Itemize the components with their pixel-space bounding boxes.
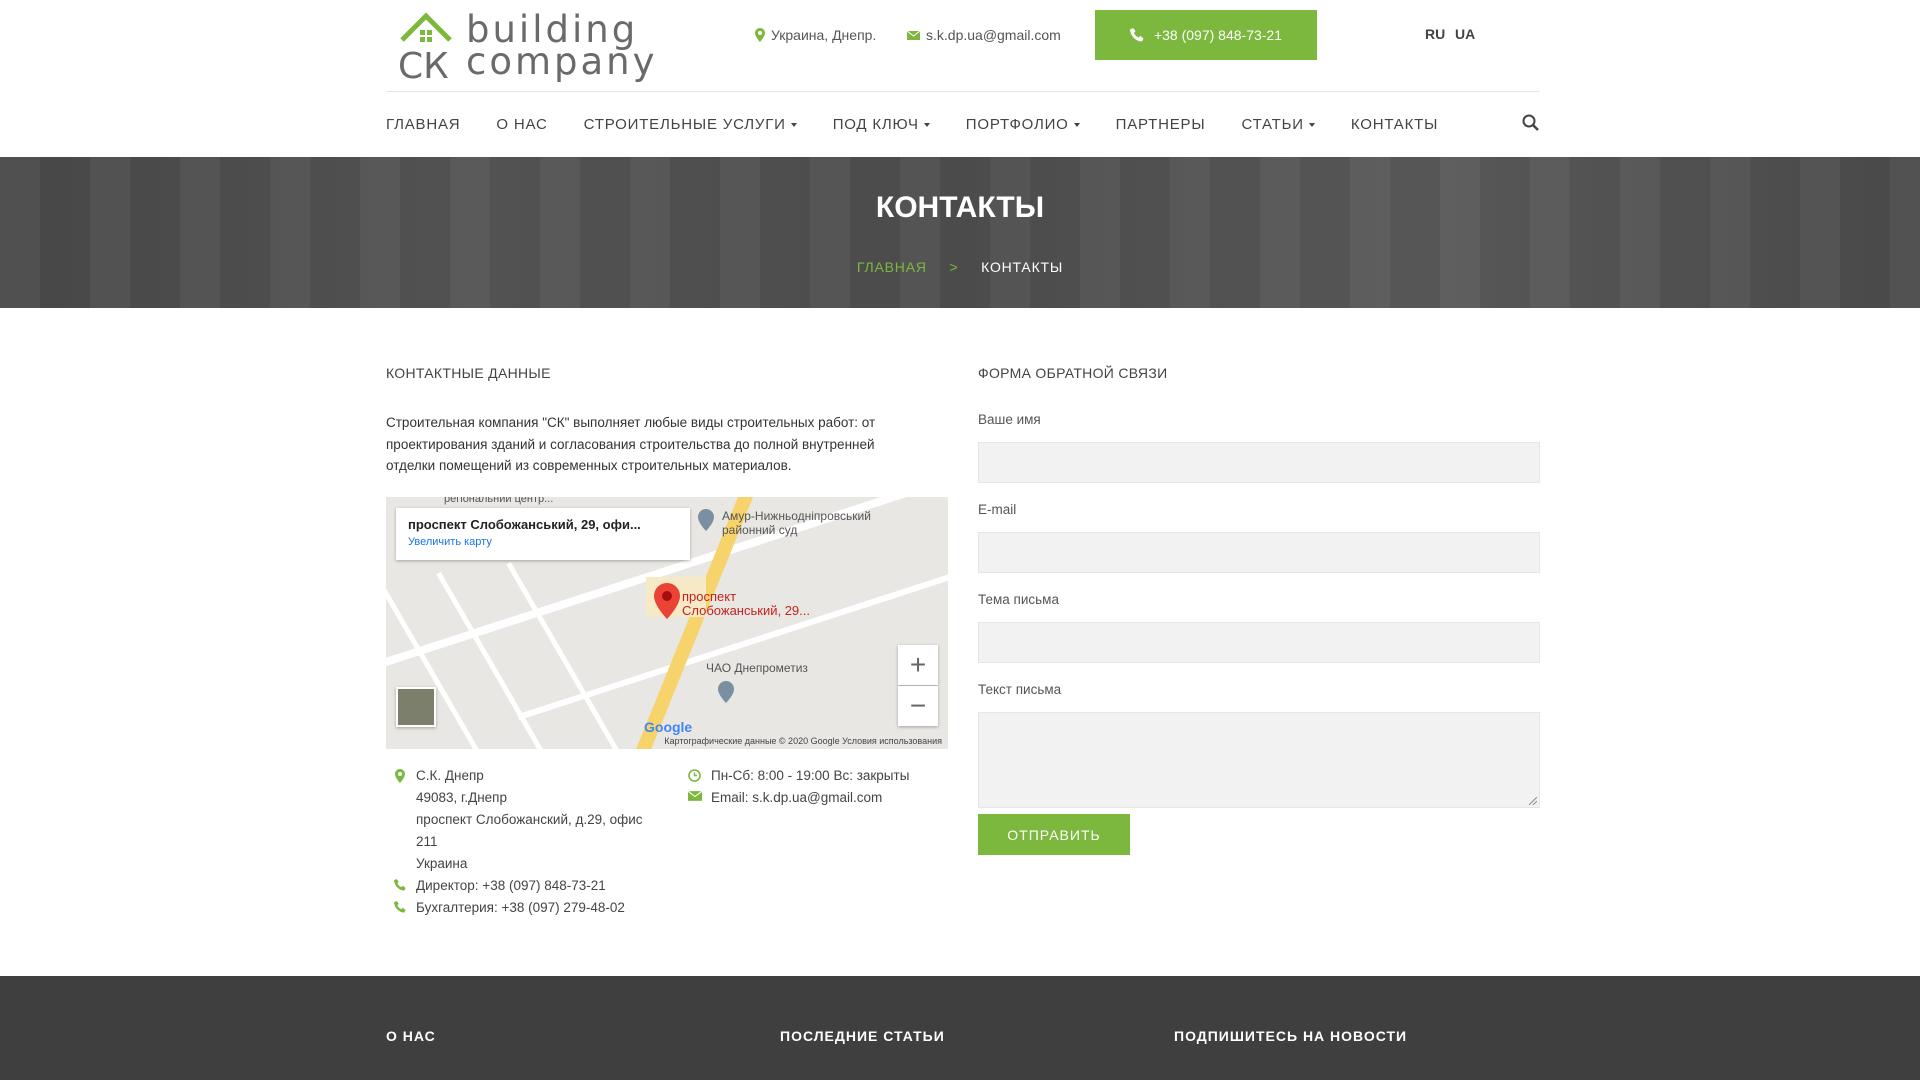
lang-ua[interactable]: UA: [1455, 26, 1475, 42]
lang-ru[interactable]: RU: [1425, 26, 1445, 42]
nav-item-portfolio[interactable]: ПОРТФОЛИО: [966, 116, 1080, 133]
email-field[interactable]: [978, 532, 1540, 573]
site-header: СК building company Украина, Днепр. s.k.…: [0, 0, 1920, 157]
phone-text: +38 (097) 848-73-21: [1153, 27, 1283, 43]
header-email[interactable]: s.k.dp.ua@gmail.com: [907, 27, 1061, 43]
email-link[interactable]: s.k.dp.ua@gmail.com: [926, 27, 1061, 43]
zoom-out-button[interactable]: −: [898, 686, 938, 726]
map-poi-factory: ЧАО Днепрометиз: [706, 661, 808, 675]
director-phone[interactable]: Директор: +38 (097) 848-73-21: [416, 875, 606, 897]
contact-email[interactable]: Email: s.k.dp.ua@gmail.com: [711, 787, 882, 809]
logo-text: building company: [466, 8, 658, 83]
satellite-toggle[interactable]: [396, 687, 436, 727]
breadcrumb-home[interactable]: ГЛАВНАЯ: [857, 259, 927, 275]
contact-address-block: С.К. Днепр 49083, г.Днепр проспект Слобо…: [391, 765, 671, 919]
message-label: Текст письма: [978, 682, 1062, 697]
page-title: КОНТАКТЫ: [875, 191, 1045, 224]
map-pin-icon: [394, 769, 405, 783]
nav-item-partners[interactable]: ПАРТНЕРЫ: [1116, 116, 1206, 133]
footer-about-heading: О НАС: [386, 1028, 436, 1044]
house-logo-icon: СК: [398, 12, 452, 82]
map-card-title: проспект Слобожанський, 29, офи...: [408, 517, 641, 532]
phone-icon: [393, 879, 406, 891]
address-line: С.К. Днепр: [416, 768, 484, 783]
phone-icon: [1129, 28, 1144, 42]
map-info-card: проспект Слобожанський, 29, офи... Увели…: [396, 508, 690, 560]
logo[interactable]: СК building company: [396, 10, 656, 82]
contact-hours-block: Пн-Сб: 8:00 - 19:00 Вс: закрыты Email: s…: [686, 765, 956, 809]
nav-item-contacts[interactable]: КОНТАКТЫ: [1351, 116, 1438, 133]
breadcrumb-current: КОНТАКТЫ: [981, 259, 1064, 275]
nav-item-articles[interactable]: СТАТЬИ: [1241, 116, 1315, 133]
address-line: 49083, г.Днепр: [416, 790, 507, 805]
map-road: [436, 571, 561, 749]
contacts-heading: КОНТАКТНЫЕ ДАННЫЕ: [386, 365, 551, 381]
map-top-label: регіональний центр...: [444, 497, 554, 505]
map-attribution[interactable]: Картографические данные © 2020 Google Ус…: [664, 736, 942, 746]
breadcrumb-separator: >: [949, 259, 959, 275]
nav-item-home[interactable]: ГЛАВНАЯ: [386, 116, 460, 133]
resize-handle-icon[interactable]: [1529, 797, 1537, 805]
nav-item-services[interactable]: СТРОИТЕЛЬНЫЕ УСЛУГИ: [584, 116, 797, 133]
working-hours: Пн-Сб: 8:00 - 19:00 Вс: закрыты: [711, 768, 910, 783]
map-pin-icon: [755, 28, 765, 42]
header-location: Украина, Днепр.: [755, 27, 876, 43]
google-map[interactable]: регіональний центр... проспект Слобожанс…: [386, 497, 948, 749]
subject-field[interactable]: [978, 622, 1540, 663]
footer-articles-heading: ПОСЛЕДНИЕ СТАТЬИ: [780, 1028, 945, 1044]
caret-down-icon: [1073, 123, 1080, 128]
name-label: Ваше имя: [978, 412, 1041, 427]
zoom-in-button[interactable]: +: [898, 645, 938, 685]
caret-down-icon: [923, 123, 930, 128]
page-hero: КОНТАКТЫ ГЛАВНАЯ > КОНТАКТЫ: [0, 157, 1920, 308]
form-heading: ФОРМА ОБРАТНОЙ СВЯЗИ: [978, 365, 1168, 381]
nav-item-about[interactable]: О НАС: [496, 116, 547, 133]
subject-label: Тема письма: [978, 592, 1059, 607]
google-logo: Google: [644, 719, 693, 735]
submit-button[interactable]: ОТПРАВИТЬ: [978, 814, 1130, 855]
location-text: Украина, Днепр.: [771, 27, 877, 43]
nav-item-turnkey[interactable]: ПОД КЛЮЧ: [833, 116, 930, 133]
svg-text:СК: СК: [398, 46, 449, 82]
email-label: E-mail: [978, 502, 1017, 517]
main-nav: ГЛАВНАЯ О НАС СТРОИТЕЛЬНЫЕ УСЛУГИ ПОД КЛ…: [386, 116, 1474, 133]
factory-pin-icon: [718, 681, 734, 703]
enlarge-map-link[interactable]: Увеличить карту: [408, 536, 678, 548]
address-line: проспект Слобожанский, д.29, офис 211: [416, 812, 643, 849]
phone-button[interactable]: +38 (097) 848-73-21: [1095, 10, 1317, 60]
name-field[interactable]: [978, 442, 1540, 483]
contacts-intro: Строительная компания "СК" выполняет люб…: [386, 415, 876, 473]
footer-subscribe-heading: ПОДПИШИТЕСЬ НА НОВОСТИ: [1174, 1028, 1408, 1044]
envelope-icon: [907, 30, 920, 40]
site-footer: О НАС ПОСЛЕДНИЕ СТАТЬИ ПОДПИШИТЕСЬ НА НО…: [0, 976, 1920, 1080]
message-textarea[interactable]: [978, 712, 1540, 808]
envelope-icon: [687, 791, 702, 801]
courthouse-pin-icon: [698, 509, 714, 531]
header-divider: [386, 91, 1540, 92]
breadcrumb: ГЛАВНАЯ > КОНТАКТЫ: [0, 259, 1920, 275]
location-marker-icon: [654, 583, 680, 619]
accounting-phone[interactable]: Бухгалтерия: +38 (097) 279-48-02: [416, 897, 625, 919]
caret-down-icon: [790, 123, 797, 128]
map-poi-court: Амур-Нижньодніпровський районний суд: [722, 509, 871, 537]
clock-icon: [688, 769, 701, 782]
phone-icon: [393, 901, 406, 913]
caret-down-icon: [1308, 123, 1315, 128]
search-icon[interactable]: [1522, 114, 1540, 132]
map-marker-label: проспект Слобожанський, 29...: [682, 589, 810, 618]
address-line: Украина: [416, 856, 468, 871]
